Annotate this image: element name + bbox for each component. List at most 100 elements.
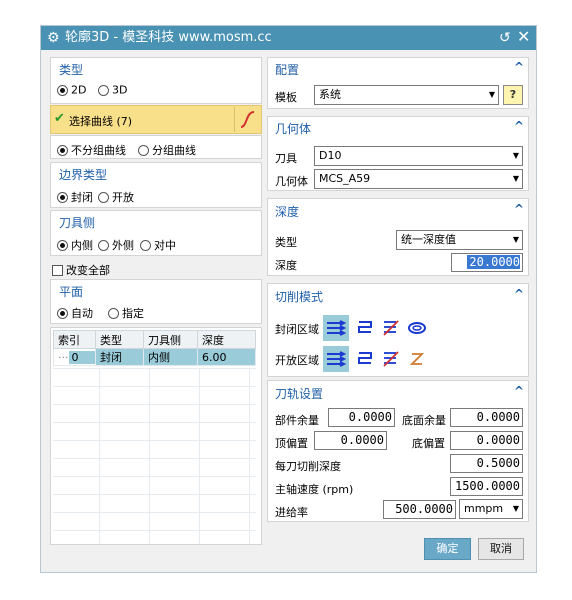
radio-outside-dot[interactable] — [98, 239, 109, 251]
curve-icon[interactable] — [234, 107, 260, 132]
radio-specify-label: 指定 — [122, 307, 144, 320]
chevron-down-icon: ▼ — [512, 151, 519, 160]
config-collapse-icon[interactable]: ^ — [514, 60, 524, 74]
template-select[interactable]: 系统 ▼ — [314, 85, 499, 105]
radio-closed-dot[interactable] — [57, 191, 68, 203]
geometry-title: 几何体 — [275, 122, 312, 136]
top-offset-label: 顶偏置 — [275, 437, 308, 450]
radio-group-dot[interactable] — [138, 144, 149, 156]
radio-open[interactable]: 开放 — [98, 189, 134, 205]
open-area-label: 开放区域 — [275, 354, 319, 367]
radio-ungroup[interactable]: 不分组曲线 — [57, 142, 126, 158]
change-all-box[interactable] — [52, 264, 63, 276]
radio-3d[interactable]: 3D — [98, 83, 127, 97]
cell-depth: 6.00 — [197, 348, 256, 366]
template-select-value: 系统 — [319, 88, 341, 101]
part-stock-input[interactable]: 0.0000 — [328, 408, 395, 427]
cut-mode-collapse-icon[interactable]: ^ — [514, 287, 524, 301]
part-stock-value: 0.0000 — [348, 410, 392, 424]
toolpath-collapse-icon[interactable]: ^ — [514, 384, 524, 398]
feed-label: 进给率 — [275, 506, 308, 519]
part-stock-label: 部件余量 — [275, 414, 319, 427]
radio-outside-label: 外侧 — [112, 239, 134, 252]
top-offset-value: 0.0000 — [340, 433, 384, 447]
floor-offset-value: 0.0000 — [476, 433, 520, 447]
cut-mode-title: 切削模式 — [275, 290, 324, 304]
table-row[interactable]: ··· 0 封闭 内侧 6.00 — [53, 348, 256, 366]
radio-open-dot[interactable] — [98, 191, 109, 203]
geometry-section: 几何体 ^ 刀具 D10 ▼ 几何体 MCS_A59 ▼ — [267, 116, 529, 191]
geometry-collapse-icon[interactable]: ^ — [514, 119, 524, 133]
depth-type-select[interactable]: 统一深度值 ▼ — [396, 230, 523, 250]
feed-unit-value: mmpm — [464, 502, 504, 515]
step-depth-label: 每刀切削深度 — [275, 460, 341, 473]
chevron-down-icon: ▼ — [488, 90, 495, 99]
radio-specify-dot[interactable] — [108, 307, 119, 319]
radio-auto[interactable]: 自动 — [57, 305, 93, 321]
radio-2d[interactable]: 2D — [57, 83, 86, 97]
floor-offset-input[interactable]: 0.0000 — [450, 431, 523, 450]
spindle-input[interactable]: 1500.0000 — [450, 477, 523, 496]
follow-part-closed-icon[interactable] — [323, 315, 349, 341]
top-offset-input[interactable]: 0.0000 — [314, 431, 387, 450]
template-help-icon[interactable]: ? — [503, 85, 523, 105]
close-icon[interactable]: ✕ — [517, 28, 530, 46]
ok-button[interactable]: 确定 — [424, 538, 471, 560]
radio-on-dot[interactable] — [140, 239, 151, 251]
cancel-button[interactable]: 取消 — [478, 538, 524, 560]
radio-group[interactable]: 分组曲线 — [138, 142, 196, 158]
zigzag-open-icon[interactable] — [354, 348, 376, 370]
depth-section: 深度 ^ 类型 统一深度值 ▼ 深度 20.0000 — [267, 198, 529, 276]
radio-ungroup-label: 不分组曲线 — [71, 144, 126, 157]
tool-select[interactable]: D10 ▼ — [314, 146, 523, 166]
geom-select[interactable]: MCS_A59 ▼ — [314, 169, 523, 189]
chevron-down-icon: ▼ — [512, 174, 519, 183]
toolpath-section: 刀轨设置 ^ 部件余量 0.0000 底面余量 0.0000 顶偏置 0.000… — [267, 380, 529, 522]
boundary-table: 索引 类型 刀具侧 深度 ··· 0 封闭 内侧 6.00 — [50, 327, 262, 545]
floor-stock-input[interactable]: 0.0000 — [450, 408, 523, 427]
closed-area-label: 封闭区域 — [275, 323, 319, 336]
step-depth-input[interactable]: 0.5000 — [450, 454, 523, 473]
table-header: 索引 类型 刀具侧 深度 — [53, 330, 256, 349]
change-all-checkbox[interactable]: 改变全部 — [52, 262, 110, 278]
table-grid-lines — [53, 368, 256, 544]
radio-inside[interactable]: 内侧 — [57, 237, 93, 253]
feed-input[interactable]: 500.0000 — [383, 500, 456, 519]
zigzag-closed-icon[interactable] — [354, 317, 376, 339]
template-label: 模板 — [275, 91, 297, 104]
col-index-header: 索引 — [53, 330, 96, 349]
zig-z-open-icon[interactable] — [406, 348, 428, 370]
profile-closed-icon[interactable] — [406, 317, 428, 339]
radio-auto-label: 自动 — [71, 307, 93, 320]
zig-open-icon[interactable] — [380, 348, 402, 370]
check-mark-icon: ✔ — [54, 111, 65, 126]
radio-open-label: 开放 — [112, 191, 134, 204]
feed-unit-select[interactable]: mmpm ▼ — [459, 499, 523, 519]
radio-specify[interactable]: 指定 — [108, 305, 144, 321]
feed-value: 500.0000 — [395, 502, 453, 516]
cell-type: 封闭 — [95, 348, 144, 366]
chevron-down-icon: ▼ — [512, 235, 519, 244]
radio-auto-dot[interactable] — [57, 307, 68, 319]
radio-outside[interactable]: 外侧 — [98, 237, 134, 253]
step-depth-value: 0.5000 — [476, 456, 520, 470]
depth-input[interactable]: 20.0000 — [451, 253, 523, 272]
radio-on[interactable]: 对中 — [140, 237, 176, 253]
zig-closed-icon[interactable] — [380, 317, 402, 339]
follow-part-open-icon[interactable] — [323, 346, 349, 372]
cell-side: 内侧 — [143, 348, 198, 366]
radio-3d-dot[interactable] — [98, 84, 109, 96]
gear-icon: ⚙ — [47, 30, 60, 46]
radio-2d-dot[interactable] — [57, 84, 68, 96]
radio-inside-dot[interactable] — [57, 239, 68, 251]
select-curve-row[interactable]: ✔ 选择曲线 (7) — [50, 105, 262, 134]
cell-index: ··· 0 — [53, 348, 96, 366]
reset-icon[interactable]: ↺ — [499, 29, 511, 47]
dialog-window: ⚙ 轮廓3D - 模圣科技 www.mosm.cc ↺ ✕ 类型 2D 3D ✔… — [40, 25, 537, 573]
tool-side-title: 刀具侧 — [59, 216, 96, 230]
floor-stock-value: 0.0000 — [476, 410, 520, 424]
radio-closed[interactable]: 封闭 — [57, 189, 93, 205]
radio-ungroup-dot[interactable] — [57, 144, 68, 156]
depth-collapse-icon[interactable]: ^ — [514, 202, 524, 216]
tool-side-section: 刀具侧 内侧 外侧 对中 — [50, 210, 262, 256]
